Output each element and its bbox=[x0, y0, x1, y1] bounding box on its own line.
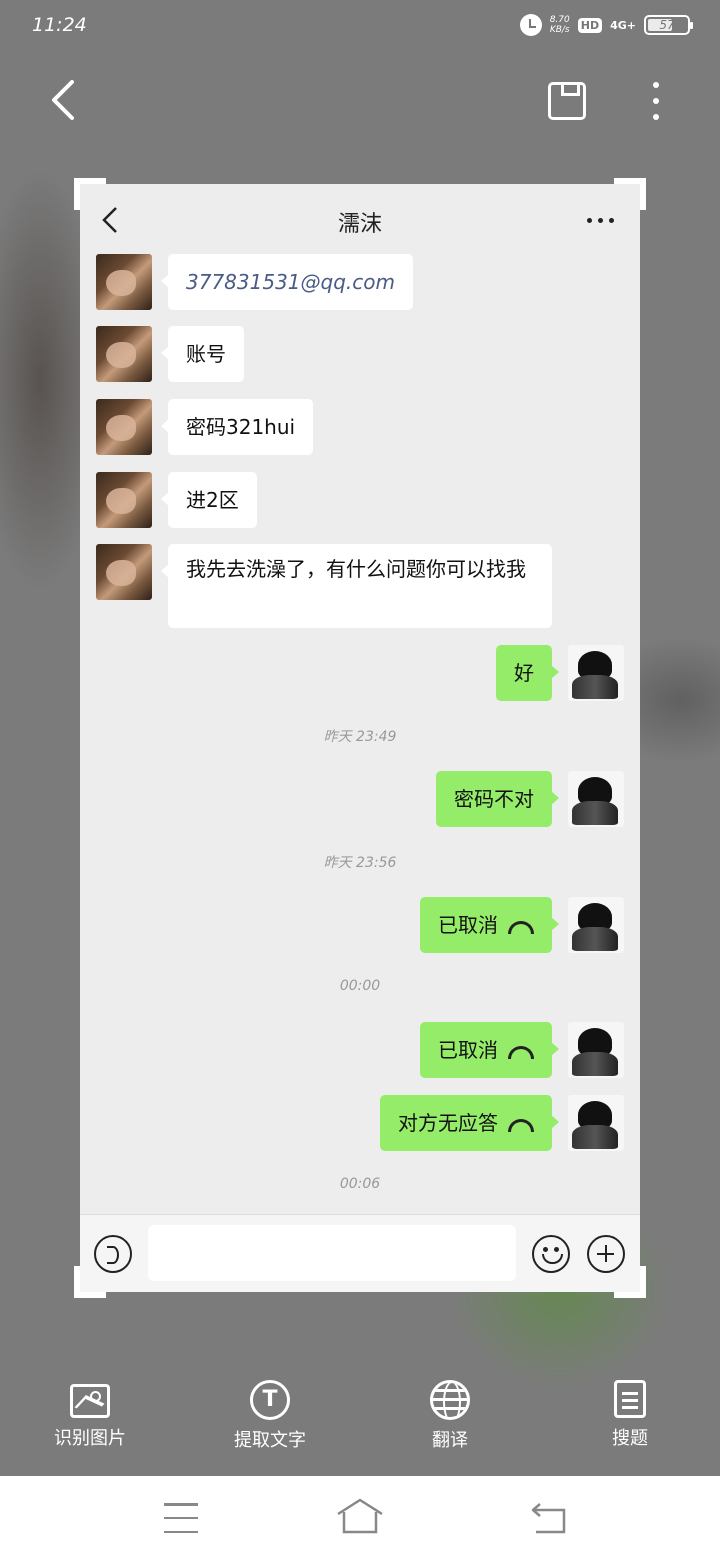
return-icon[interactable] bbox=[530, 1502, 568, 1534]
tool-bar: 识别图片 T 提取文字 翻译 搜题 bbox=[0, 1370, 720, 1470]
translate-globe-icon bbox=[430, 1380, 470, 1420]
status-bar: 11:24 8.70 KB/s HD 4G+ 57 bbox=[0, 0, 720, 54]
navigation-bar bbox=[0, 1476, 720, 1560]
crop-frame[interactable] bbox=[74, 178, 646, 1298]
tool-search-question[interactable]: 搜题 bbox=[560, 1370, 700, 1450]
crop-handle-bottom-left[interactable] bbox=[74, 1266, 106, 1298]
menu-icon[interactable] bbox=[164, 1503, 198, 1533]
back-arrow-icon[interactable] bbox=[46, 78, 86, 122]
tool-translate[interactable]: 翻译 bbox=[380, 1370, 520, 1452]
tool-label: 提取文字 bbox=[234, 1430, 306, 1451]
status-time: 11:24 bbox=[32, 14, 87, 36]
network-speed-unit: KB/s bbox=[549, 25, 570, 35]
tool-label: 翻译 bbox=[432, 1430, 468, 1451]
image-recognize-icon bbox=[70, 1384, 110, 1418]
battery-icon: 57 bbox=[644, 15, 693, 35]
tool-extract-text[interactable]: T 提取文字 bbox=[200, 1370, 340, 1452]
crop-handle-bottom-right[interactable] bbox=[614, 1266, 646, 1298]
network-speed: 8.70 KB/s bbox=[550, 15, 570, 35]
more-vertical-icon[interactable] bbox=[643, 82, 669, 120]
home-icon[interactable] bbox=[336, 1498, 384, 1534]
tool-label: 识别图片 bbox=[54, 1428, 126, 1449]
search-question-icon bbox=[614, 1380, 646, 1418]
crop-handle-top-right[interactable] bbox=[614, 178, 646, 210]
signal-icon: 4G+ bbox=[610, 18, 636, 32]
network-speed-value: 8.70 bbox=[549, 15, 570, 25]
battery-level: 57 bbox=[659, 18, 675, 32]
tool-label: 搜题 bbox=[612, 1428, 648, 1449]
crop-handle-top-left[interactable] bbox=[74, 178, 106, 210]
alarm-icon bbox=[519, 14, 542, 36]
hd-badge: HD bbox=[577, 17, 603, 33]
tool-recognize-image[interactable]: 识别图片 bbox=[20, 1370, 160, 1450]
status-indicators: 8.70 KB/s HD 4G+ 57 bbox=[519, 14, 693, 36]
save-icon[interactable] bbox=[548, 82, 586, 120]
extract-text-icon: T bbox=[250, 1380, 290, 1420]
